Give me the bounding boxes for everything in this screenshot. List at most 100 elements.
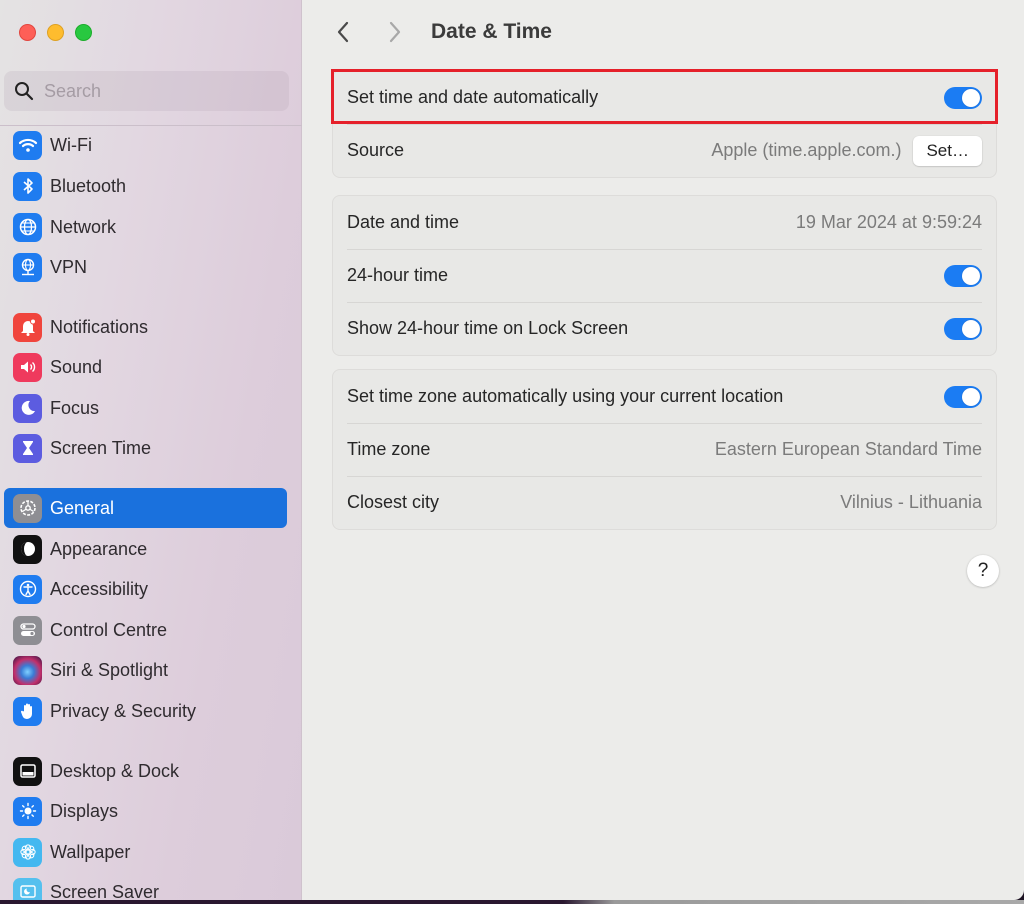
sidebar-item-label: Control Centre — [50, 619, 168, 640]
sidebar-item-control-centre[interactable]: Control Centre — [4, 610, 287, 650]
maximize-window-button[interactable] — [75, 24, 92, 41]
appearance-icon — [13, 534, 42, 564]
date-and-time-label: Date and time — [347, 212, 460, 232]
24-hour-time-row: 24-hour time — [333, 249, 996, 302]
toggle-knob — [962, 319, 980, 338]
set-time-automatically-toggle[interactable] — [944, 86, 982, 109]
wifi-icon — [13, 130, 42, 160]
toggle-knob — [962, 387, 980, 406]
closest-city-value: Vilnius - Lithuania — [840, 492, 982, 512]
sidebar: Wi-Fi Bluetooth Network VPN — [0, 0, 302, 900]
content-pane: Date & Time Set time and date automatica… — [303, 0, 1024, 900]
sidebar-item-siri-spotlight[interactable]: Siri & Spotlight — [4, 650, 287, 690]
help-button[interactable]: ? — [967, 555, 999, 587]
sidebar-item-label: Focus — [50, 397, 100, 418]
sun-icon — [13, 796, 42, 826]
lock-screen-24-hour-row: Show 24-hour time on Lock Screen — [333, 302, 996, 355]
sidebar-item-sound[interactable]: Sound — [4, 347, 287, 387]
sidebar-item-label: VPN — [50, 256, 88, 277]
sidebar-item-label: Sound — [50, 356, 103, 377]
chevron-right-icon — [389, 21, 401, 43]
source-value: Apple (time.apple.com.) — [711, 140, 902, 160]
globe-icon — [13, 212, 42, 242]
sidebar-item-wifi[interactable]: Wi-Fi — [4, 125, 287, 165]
date-time-group: Date and time 19 Mar 2024 at 9:59:24 24-… — [332, 195, 997, 356]
set-time-automatically-label: Set time and date automatically — [347, 87, 599, 107]
siri-icon — [13, 655, 42, 685]
sidebar-item-label: Appearance — [50, 538, 148, 559]
sidebar-search[interactable] — [4, 71, 289, 111]
source-label: Source — [347, 140, 405, 160]
lock-screen-24-hour-label: Show 24-hour time on Lock Screen — [347, 318, 629, 338]
sidebar-item-label: Displays — [50, 800, 119, 821]
24-hour-time-toggle[interactable] — [944, 264, 982, 287]
closest-city-row: Closest city Vilnius - Lithuania — [333, 476, 996, 529]
sidebar-item-label: Notifications — [50, 316, 149, 337]
search-input[interactable] — [44, 80, 264, 102]
sidebar-item-network[interactable]: Network — [4, 207, 287, 247]
close-window-button[interactable] — [19, 24, 36, 41]
time-zone-row: Time zone Eastern European Standard Time — [333, 423, 996, 476]
set-source-button[interactable]: Set… — [913, 135, 982, 166]
sidebar-item-label: Siri & Spotlight — [50, 659, 169, 680]
hourglass-icon — [13, 433, 42, 463]
auto-time-zone-label: Set time zone automatically using your c… — [347, 386, 784, 406]
sidebar-item-label: Desktop & Dock — [50, 760, 180, 781]
sidebar-item-screen-saver[interactable]: Screen Saver — [4, 872, 287, 900]
sidebar-item-label: Accessibility — [50, 578, 149, 599]
toolbar: Date & Time — [303, 14, 1024, 50]
sidebar-item-label: Privacy & Security — [50, 700, 197, 721]
sidebar-item-accessibility[interactable]: Accessibility — [4, 569, 287, 609]
bell-icon — [13, 312, 42, 342]
auto-time-zone-toggle[interactable] — [944, 385, 982, 408]
sidebar-item-label: Wallpaper — [50, 841, 131, 862]
page-title: Date & Time — [431, 20, 552, 43]
set-time-automatically-row: Set time and date automatically — [333, 71, 996, 124]
toggle-knob — [962, 266, 980, 285]
back-button[interactable] — [323, 14, 363, 50]
sidebar-item-bluetooth[interactable]: Bluetooth — [4, 166, 287, 206]
date-and-time-value: 19 Mar 2024 at 9:59:24 — [795, 212, 982, 232]
speaker-icon — [13, 352, 42, 382]
hand-icon — [13, 696, 42, 726]
sidebar-item-general[interactable]: General — [4, 488, 287, 528]
vpn-globe-icon — [13, 252, 42, 282]
search-icon — [15, 82, 34, 101]
sidebar-item-vpn[interactable]: VPN — [4, 247, 287, 287]
auto-time-zone-row: Set time zone automatically using your c… — [333, 370, 996, 423]
24-hour-time-label: 24-hour time — [347, 265, 449, 285]
gear-icon — [13, 493, 42, 523]
sidebar-item-label: Wi-Fi — [50, 134, 92, 155]
sidebar-item-screen-time[interactable]: Screen Time — [4, 428, 287, 468]
bluetooth-icon — [13, 171, 42, 201]
source-row: Source Apple (time.apple.com.) Set… — [333, 124, 996, 177]
screensaver-icon — [13, 877, 42, 900]
chevron-left-icon — [337, 21, 349, 43]
toggle-knob — [962, 88, 980, 107]
date-and-time-row[interactable]: Date and time 19 Mar 2024 at 9:59:24 — [333, 196, 996, 249]
dock-icon — [13, 756, 42, 786]
window-controls — [19, 24, 92, 41]
lock-screen-24-hour-toggle[interactable] — [944, 317, 982, 340]
sidebar-item-wallpaper[interactable]: Wallpaper — [4, 832, 287, 872]
sidebar-item-label: Screen Saver — [50, 881, 160, 901]
sidebar-item-label: Screen Time — [50, 437, 152, 458]
time-zone-group: Set time zone automatically using your c… — [332, 369, 997, 530]
sidebar-item-appearance[interactable]: Appearance — [4, 529, 287, 569]
sidebar-item-label: Network — [50, 216, 117, 237]
sidebar-item-label: Bluetooth — [50, 175, 127, 196]
accessibility-icon — [13, 574, 42, 604]
sidebar-item-focus[interactable]: Focus — [4, 388, 287, 428]
desktop-background-strip — [0, 900, 1024, 904]
flower-icon — [13, 837, 42, 867]
control-centre-icon — [13, 615, 42, 645]
sidebar-item-label: General — [50, 497, 115, 518]
time-zone-label: Time zone — [347, 439, 431, 459]
sidebar-item-desktop-dock[interactable]: Desktop & Dock — [4, 751, 287, 791]
forward-button[interactable] — [375, 14, 415, 50]
closest-city-label: Closest city — [347, 492, 440, 512]
sidebar-item-notifications[interactable]: Notifications — [4, 307, 287, 347]
sidebar-item-displays[interactable]: Displays — [4, 791, 287, 831]
sidebar-item-privacy-security[interactable]: Privacy & Security — [4, 691, 287, 731]
minimize-window-button[interactable] — [47, 24, 64, 41]
